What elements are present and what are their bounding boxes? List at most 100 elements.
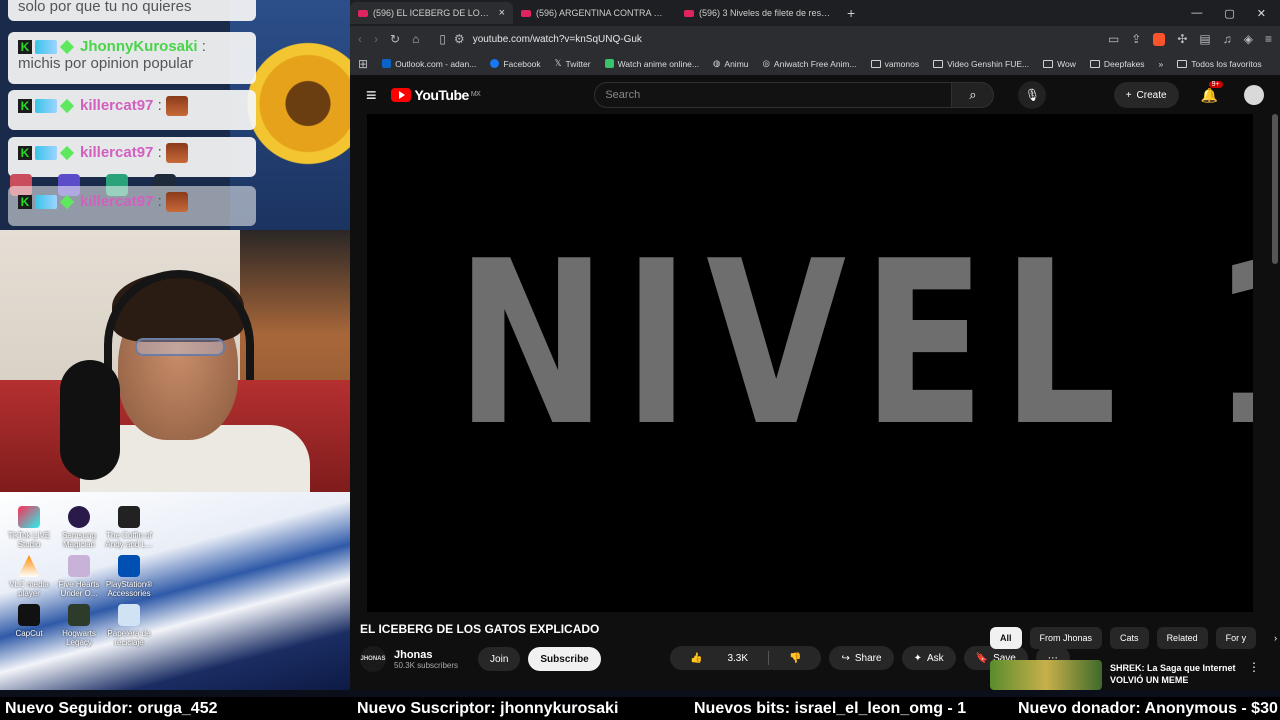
youtube-header: ≡ YouTubeMX ⌕ 🎙 +Create 🔔9+: [350, 76, 1280, 114]
chip-for-you[interactable]: For y: [1215, 627, 1257, 649]
page-scrollbar[interactable]: [1272, 114, 1278, 684]
bookmark-wow[interactable]: Wow: [1043, 59, 1076, 69]
forward-icon[interactable]: ›: [374, 32, 378, 46]
desktop-icon[interactable]: CapCut: [4, 604, 54, 647]
chat-username: killercat97: [80, 143, 154, 161]
share-icon: ↪: [841, 652, 850, 664]
share-page-icon[interactable]: ⇪: [1131, 32, 1141, 46]
apps-grid-icon[interactable]: ⊞: [358, 57, 368, 71]
tab-argentina[interactable]: (596) ARGENTINA CONTRA FRANCIA: [513, 2, 676, 24]
cast-icon[interactable]: ▭: [1108, 32, 1119, 46]
bookmark-facebook[interactable]: Facebook: [490, 59, 541, 69]
desktop-icon[interactable]: VLC media player: [4, 555, 54, 598]
more-bookmarks-icon[interactable]: »: [1159, 59, 1164, 69]
create-button[interactable]: + Create: [1113, 82, 1179, 108]
desktop-icon[interactable]: Hogwarts Legacy: [54, 604, 104, 647]
bookmark-genshin[interactable]: Video Genshin FUE...: [933, 59, 1029, 69]
bookmark-vamonos[interactable]: vamonos: [870, 59, 919, 69]
chip-from-jhonas[interactable]: From Jhonas: [1029, 627, 1103, 649]
bookmark-animu[interactable]: ◍ Animu: [713, 58, 749, 69]
search-icon[interactable]: ⌕: [952, 82, 995, 108]
scroll-thumb[interactable]: [1272, 114, 1278, 264]
video-player[interactable]: NIVEL 1: [367, 114, 1253, 612]
bookmark-watch-anime[interactable]: Watch anime online...: [604, 59, 699, 69]
youtube-logo[interactable]: YouTube MX: [390, 87, 481, 103]
reload-icon[interactable]: ↻: [390, 32, 400, 46]
desktop-icon[interactable]: Five Hearts Under O...: [54, 555, 104, 598]
channel-name[interactable]: Jhonas: [394, 649, 458, 661]
all-bookmarks[interactable]: Todos los favoritos: [1177, 59, 1262, 69]
desktop-icon[interactable]: The Coffin of Andy and L...: [104, 506, 154, 549]
chat-username: killercat97: [80, 96, 154, 114]
youtube-play-icon: [390, 88, 411, 102]
maximize-icon[interactable]: ▢: [1224, 7, 1234, 20]
ask-button[interactable]: ✦ Ask: [901, 646, 956, 670]
window-controls: — ▢ ✕: [1191, 7, 1280, 20]
microphone: [60, 360, 120, 480]
account-avatar[interactable]: [1244, 85, 1264, 105]
chip-cats[interactable]: Cats: [1110, 627, 1149, 649]
sidebar-icon[interactable]: ▤: [1199, 32, 1210, 46]
tab-iceberg[interactable]: (596) EL ICEBERG DE LOS GAT ×: [350, 2, 513, 24]
tab-bar: (596) EL ICEBERG DE LOS GAT × (596) ARGE…: [350, 0, 1280, 26]
video-title: EL ICEBERG DE LOS GATOS EXPLICADO: [360, 622, 600, 636]
desktop-icon[interactable]: Papelera de reciclaje: [104, 604, 154, 647]
rec-thumbnail[interactable]: [990, 660, 1102, 690]
music-icon[interactable]: ♫: [1223, 32, 1232, 46]
new-tab-button[interactable]: +: [839, 5, 863, 21]
brave-shield-icon[interactable]: [1153, 32, 1166, 46]
facebook-icon: [490, 59, 500, 68]
bookmark-aniwatch[interactable]: ◎ Aniwatch Free Anim...: [763, 58, 857, 69]
bookmark-deepfakes[interactable]: Deepfakes: [1089, 59, 1145, 69]
related-chips: All From Jhonas Cats Related For y ›: [990, 627, 1280, 649]
game-icon: [68, 555, 90, 577]
bookmark-icon[interactable]: ▯: [439, 32, 446, 46]
menu-icon[interactable]: ≡: [1265, 32, 1272, 46]
close-window-icon[interactable]: ✕: [1257, 7, 1266, 20]
channel-avatar[interactable]: JHONAS: [360, 646, 386, 672]
recommended-video[interactable]: SHREK: La Saga que Internet VOLVIÓ UN ME…: [990, 660, 1260, 690]
join-button[interactable]: Join: [478, 647, 521, 671]
like-dislike-group: 👍 3.3K 👎: [670, 646, 822, 670]
emote-icon: [165, 143, 188, 163]
extensions-icon[interactable]: ✣: [1177, 32, 1187, 46]
subscribe-button[interactable]: Subscribe: [528, 647, 601, 671]
minimize-icon[interactable]: —: [1191, 7, 1202, 20]
samsung-magician-icon: [68, 506, 90, 528]
playstation-icon: [118, 555, 140, 577]
share-button[interactable]: ↪ Share: [829, 646, 894, 670]
recycle-bin-icon: [118, 604, 140, 626]
rec-more-icon[interactable]: ⋮: [1248, 660, 1260, 690]
chip-all[interactable]: All: [990, 627, 1022, 649]
chat-username: JhonnyKurosaki: [80, 38, 198, 55]
site-info-icon[interactable]: ⚙: [454, 32, 465, 46]
chat-text: :: [157, 192, 162, 210]
kick-badge-icon: K: [18, 195, 32, 209]
tab-filete[interactable]: (596) 3 Niveles de filete de res - YouT: [676, 2, 839, 24]
channel-meta: Jhonas 50.3K subscribers: [394, 649, 458, 670]
desktop-icon[interactable]: PlayStation® Accessories: [104, 555, 154, 598]
voice-search-icon[interactable]: 🎙: [1018, 81, 1047, 109]
home-icon[interactable]: ⌂: [412, 32, 419, 46]
notifications-icon[interactable]: 🔔 9+: [1201, 80, 1223, 104]
sub-badge-icon: [35, 146, 57, 160]
bookmark-twitter[interactable]: 𝕏 Twitter: [555, 58, 591, 69]
emote-icon: [165, 192, 188, 212]
like-button[interactable]: 👍 3.3K: [670, 653, 768, 664]
search-input[interactable]: [594, 82, 953, 108]
bookmark-outlook[interactable]: Outlook.com - adan...: [382, 59, 476, 69]
back-icon[interactable]: ‹: [358, 32, 362, 46]
wallet-icon[interactable]: ◈: [1244, 32, 1253, 46]
rec-title[interactable]: SHREK: La Saga que Internet VOLVIÓ UN ME…: [1110, 662, 1240, 690]
desktop-icon[interactable]: TikTok LIVE Studio: [4, 506, 54, 549]
chat-message: Kkillercat97 :: [8, 137, 256, 177]
folder-icon: [1043, 59, 1054, 68]
ticker-bits: Nuevos bits: israel_el_leon_omg - 1: [694, 699, 967, 717]
address-bar[interactable]: ▯ ⚙ youtube.com/watch?v=knSqUNQ-Guk: [431, 29, 1096, 49]
desktop-icon[interactable]: Samsung Magician: [54, 506, 104, 549]
guide-menu-icon[interactable]: ≡: [366, 85, 377, 106]
chip-related[interactable]: Related: [1156, 627, 1208, 649]
ticker-subscriber: Nuevo Suscriptor: jhonnykurosaki: [357, 699, 619, 717]
dislike-button[interactable]: 👎: [769, 653, 821, 664]
close-tab-icon[interactable]: ×: [499, 7, 505, 19]
